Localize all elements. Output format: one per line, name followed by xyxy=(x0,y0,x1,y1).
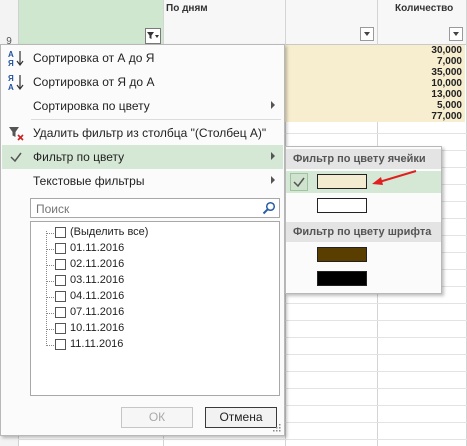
cancel-button[interactable]: Отмена xyxy=(205,407,277,428)
checkbox[interactable] xyxy=(55,307,66,318)
menu-item-label: Фильтр по цвету xyxy=(33,150,125,164)
column-a-header-cell[interactable] xyxy=(19,0,163,44)
quantity-cell[interactable]: 5,000 xyxy=(377,100,465,111)
list-item-label: 10.11.2016 xyxy=(70,322,125,334)
checkmark-icon xyxy=(10,152,22,163)
font-color-section-header: Фильтр по цвету шрифта xyxy=(286,222,441,242)
font-color-option[interactable] xyxy=(286,268,441,290)
menu-item-sort-a-z[interactable]: А Я Сортировка от А до Я xyxy=(2,46,283,70)
filter-values-list[interactable]: (Выделить все) 01.11.2016 02.11.2016 03.… xyxy=(30,221,280,396)
list-item-label: 03.11.2016 xyxy=(70,274,125,286)
column-header-po-dnyam[interactable]: По дням xyxy=(163,0,378,45)
cell-color-option[interactable] xyxy=(286,195,441,217)
sort-descending-icon: Я А xyxy=(8,74,24,91)
list-item-label: 01.11.2016 xyxy=(70,242,125,254)
search-icon[interactable] xyxy=(262,201,276,215)
cell-color-swatch xyxy=(317,174,367,189)
quantity-cell[interactable]: 30,000 xyxy=(377,45,465,56)
list-item-label: 02.11.2016 xyxy=(70,258,125,270)
svg-text:Я: Я xyxy=(8,74,14,83)
checkbox[interactable] xyxy=(55,243,66,254)
font-color-swatch xyxy=(317,271,367,286)
ok-button[interactable]: ОК xyxy=(121,407,193,428)
annotation-arrow-icon xyxy=(372,170,417,185)
menu-item-label: Сортировка от Я до А xyxy=(33,75,155,89)
submenu-arrow-icon xyxy=(271,101,275,109)
clear-filter-icon xyxy=(9,127,24,141)
menu-item-sort-z-a[interactable]: Я А Сортировка от Я до А xyxy=(2,70,283,94)
submenu-arrow-icon xyxy=(271,176,275,184)
list-item-label: (Выделить все) xyxy=(70,226,149,238)
checkbox[interactable] xyxy=(55,339,66,350)
font-color-option[interactable] xyxy=(286,244,441,266)
svg-text:А: А xyxy=(8,50,14,59)
cell-color-section-header: Фильтр по цвету ячейки xyxy=(286,149,441,169)
autofilter-menu: А Я Сортировка от А до Я Я А Сортировка … xyxy=(0,44,285,436)
menu-item-text-filters[interactable]: Текстовые фильтры xyxy=(2,169,283,193)
menu-item-label: Сортировка от А до Я xyxy=(33,51,155,65)
svg-text:Я: Я xyxy=(8,59,14,67)
list-item-label: 11.11.2016 xyxy=(70,338,124,350)
checkbox[interactable] xyxy=(55,323,66,334)
menu-item-label: Удалить фильтр из столбца "(Столбец A)" xyxy=(33,126,267,140)
active-filter-button[interactable] xyxy=(145,28,161,44)
checkbox[interactable] xyxy=(55,291,66,302)
checkbox[interactable] xyxy=(55,259,66,270)
quantity-cell[interactable]: 10,000 xyxy=(377,78,465,89)
checkbox[interactable] xyxy=(55,227,66,238)
checkmark-icon xyxy=(290,173,308,191)
filter-by-color-submenu: Фильтр по цвету ячейки Фильтр по цвету ш… xyxy=(285,146,442,294)
column-header-label: Количество xyxy=(395,3,454,14)
column-filter-dropdown-icon[interactable] xyxy=(360,27,374,41)
column-header-kolichestvo[interactable]: Количество xyxy=(377,0,467,45)
quantity-total-cell[interactable]: 77,000 xyxy=(377,111,465,122)
quantity-cell[interactable]: 7,000 xyxy=(377,56,465,67)
list-item-label: 04.11.2016 xyxy=(70,290,125,302)
list-item-label: 07.11.2016 xyxy=(70,306,125,318)
column-header-label: По дням xyxy=(166,3,208,14)
menu-item-sort-by-color[interactable]: Сортировка по цвету xyxy=(2,94,283,118)
sort-ascending-icon: А Я xyxy=(8,50,24,67)
menu-item-clear-filter[interactable]: Удалить фильтр из столбца "(Столбец A)" xyxy=(2,121,283,145)
search-box[interactable] xyxy=(30,198,280,218)
resize-grip-icon[interactable] xyxy=(273,424,281,432)
menu-item-label: Сортировка по цвету xyxy=(33,99,150,113)
search-input[interactable] xyxy=(34,200,258,218)
checkbox[interactable] xyxy=(55,275,66,286)
quantity-cell[interactable]: 13,000 xyxy=(377,89,465,100)
menu-item-label: Текстовые фильтры xyxy=(33,174,145,188)
font-color-swatch xyxy=(317,247,367,262)
funnel-icon xyxy=(147,32,159,39)
column-filter-dropdown-icon[interactable] xyxy=(449,27,463,41)
cell-color-swatch xyxy=(317,198,367,213)
menu-item-filter-by-color[interactable]: Фильтр по цвету xyxy=(2,145,283,169)
svg-text:А: А xyxy=(8,83,14,91)
submenu-arrow-icon xyxy=(271,152,275,160)
quantity-cell[interactable]: 35,000 xyxy=(377,67,465,78)
